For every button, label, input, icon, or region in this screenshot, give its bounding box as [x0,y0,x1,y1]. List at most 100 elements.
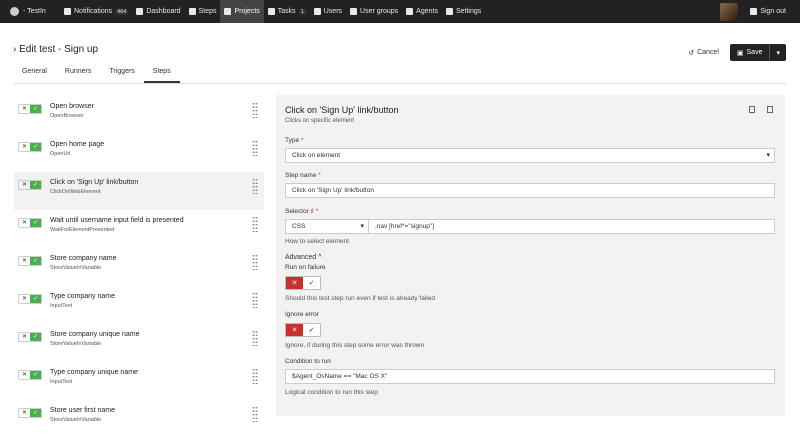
step-enabled-toggle[interactable]: ✕ ✓ [18,180,42,190]
step-enabled-toggle[interactable]: ✕ ✓ [18,294,42,304]
cancel-button[interactable]: ↺ Cancel [683,45,724,61]
save-dropdown-toggle[interactable]: ▾ [770,49,786,57]
check-icon: ✓ [30,257,41,265]
drag-handle-icon[interactable] [252,368,258,384]
nav-label: User groups [360,8,399,15]
step-name: Store company name [50,255,117,262]
step-name-input[interactable]: Click on 'Sign Up' link/button [285,183,775,198]
copy-icon[interactable] [749,106,755,113]
selector-help: How to select element [285,238,349,245]
tab-triggers[interactable]: Triggers [100,64,143,83]
brand[interactable]: - TestIn [0,7,60,16]
ignore-error-toggle[interactable]: ✕ ✓ [285,323,321,337]
gear-icon [445,8,453,15]
drag-handle-icon[interactable] [252,330,258,346]
list-item[interactable]: ✕ ✓ Store company unique name StoreValueIn… [14,324,264,362]
step-enabled-toggle[interactable]: ✕ ✓ [18,104,42,114]
ignore-error-label: Ignore error [285,311,319,318]
condition-label: Condition to run [285,358,331,365]
advanced-toggle[interactable]: Advanced ^ [285,254,321,261]
users-icon [350,8,358,15]
nav-dashboard[interactable]: Dashboard [132,0,184,23]
selector-input[interactable]: .nav [href*="signup"] [368,219,775,234]
save-button[interactable]: ▣ Save [730,44,771,61]
step-enabled-toggle[interactable]: ✕ ✓ [18,218,42,228]
folder-icon [224,8,232,15]
step-name: Type company unique name [50,369,138,376]
step-name-label-text: Step name [285,172,317,179]
nav-users[interactable]: Users [310,0,346,23]
step-type: ClickOnWebElement [50,189,101,195]
step-enabled-toggle[interactable]: ✕ ✓ [18,256,42,266]
drag-handle-icon[interactable] [252,140,258,156]
sign-out-label: Sign out [760,8,786,15]
detail-title: Click on 'Sign Up' link/button [285,105,399,115]
trash-icon[interactable] [767,106,773,113]
nav-user-groups[interactable]: User groups [346,0,402,23]
step-type: InputText [50,303,73,309]
run-on-failure-toggle[interactable]: ✕ ✓ [285,276,321,290]
drag-handle-icon[interactable] [252,406,258,422]
testin-logo-icon [10,7,19,16]
list-item[interactable]: ✕ ✓ Wait until username input field is pr… [14,210,264,248]
step-enabled-toggle[interactable]: ✕ ✓ [18,142,42,152]
step-type: InputText [50,379,73,385]
required-marker: * [300,137,304,144]
step-enabled-toggle[interactable]: ✕ ✓ [18,408,42,418]
step-name: Store user first name [50,407,115,414]
sign-out-button[interactable]: Sign out [746,0,790,23]
step-enabled-toggle[interactable]: ✕ ✓ [18,332,42,342]
step-enabled-toggle[interactable]: ✕ ✓ [18,370,42,380]
type-select[interactable]: Click on element [285,148,775,163]
drag-handle-icon[interactable] [252,292,258,308]
tab-bar: General Runners Triggers Steps [13,64,786,84]
nav-notifications[interactable]: Notifications 464 [60,0,132,23]
drag-handle-icon[interactable] [252,254,258,270]
save-label: Save [746,49,763,56]
type-label-text: Type [285,137,300,144]
selector-type-select[interactable]: CSS [285,219,369,234]
step-type: OpenUrl [50,151,71,157]
check-icon: ✓ [30,219,41,227]
nav-steps[interactable]: Steps [185,0,221,23]
bell-icon [64,8,71,15]
drag-handle-icon[interactable] [252,178,258,194]
list-item[interactable]: ✕ ✓ Type company name InputText [14,286,264,324]
list-item[interactable]: ✕ ✓ Open home page OpenUrl [14,134,264,172]
x-icon: ✕ [21,144,28,150]
check-icon: ✓ [30,409,41,417]
type-label: Type * [285,137,303,144]
nav-projects[interactable]: Projects [220,0,264,23]
tab-runners[interactable]: Runners [56,64,100,83]
required-marker: * [318,172,321,179]
drag-handle-icon[interactable] [252,216,258,232]
required-marker: ♯ * [310,208,319,215]
nav-label: Notifications [74,8,113,15]
tab-steps[interactable]: Steps [143,64,180,83]
check-icon: ✓ [30,143,41,151]
list-item[interactable]: ✕ ✓ Store user first name StoreValueInVari… [14,400,264,438]
check-icon: ✓ [30,105,41,113]
nav-label: Agents [416,8,438,15]
nav-tasks[interactable]: Tasks 1 [264,0,310,23]
step-name: Click on 'Sign Up' link/button [50,179,139,186]
nav-label: Steps [198,8,217,15]
list-item[interactable]: ✕ ✓ Open browser OpenBrowser [14,96,264,134]
step-type: StoreValueInVariable [50,341,102,347]
list-item[interactable]: ✕ ✓ Type company unique name InputText [14,362,264,400]
tab-general[interactable]: General [13,64,56,83]
list-item-selected[interactable]: ✕ ✓ Click on 'Sign Up' link/button ClickOn… [14,172,264,210]
tasks-icon [267,8,275,15]
save-button-group: ▣ Save ▾ [729,44,786,61]
nav-agents[interactable]: Agents [402,0,442,23]
ignore-error-help: Ignore, if during this step some error w… [285,342,425,349]
condition-input[interactable]: $Agent_OsName == "Mac OS X" [285,369,775,384]
step-type: StoreValueInVariable [50,265,102,271]
nav-label: Users [323,8,343,15]
selector-label-text: Selector [285,208,309,215]
nav-settings[interactable]: Settings [442,0,485,23]
check-icon: ✓ [30,295,41,303]
avatar[interactable] [720,2,739,21]
list-item[interactable]: ✕ ✓ Store company name StoreValueInVariabl… [14,248,264,286]
drag-handle-icon[interactable] [252,102,258,118]
